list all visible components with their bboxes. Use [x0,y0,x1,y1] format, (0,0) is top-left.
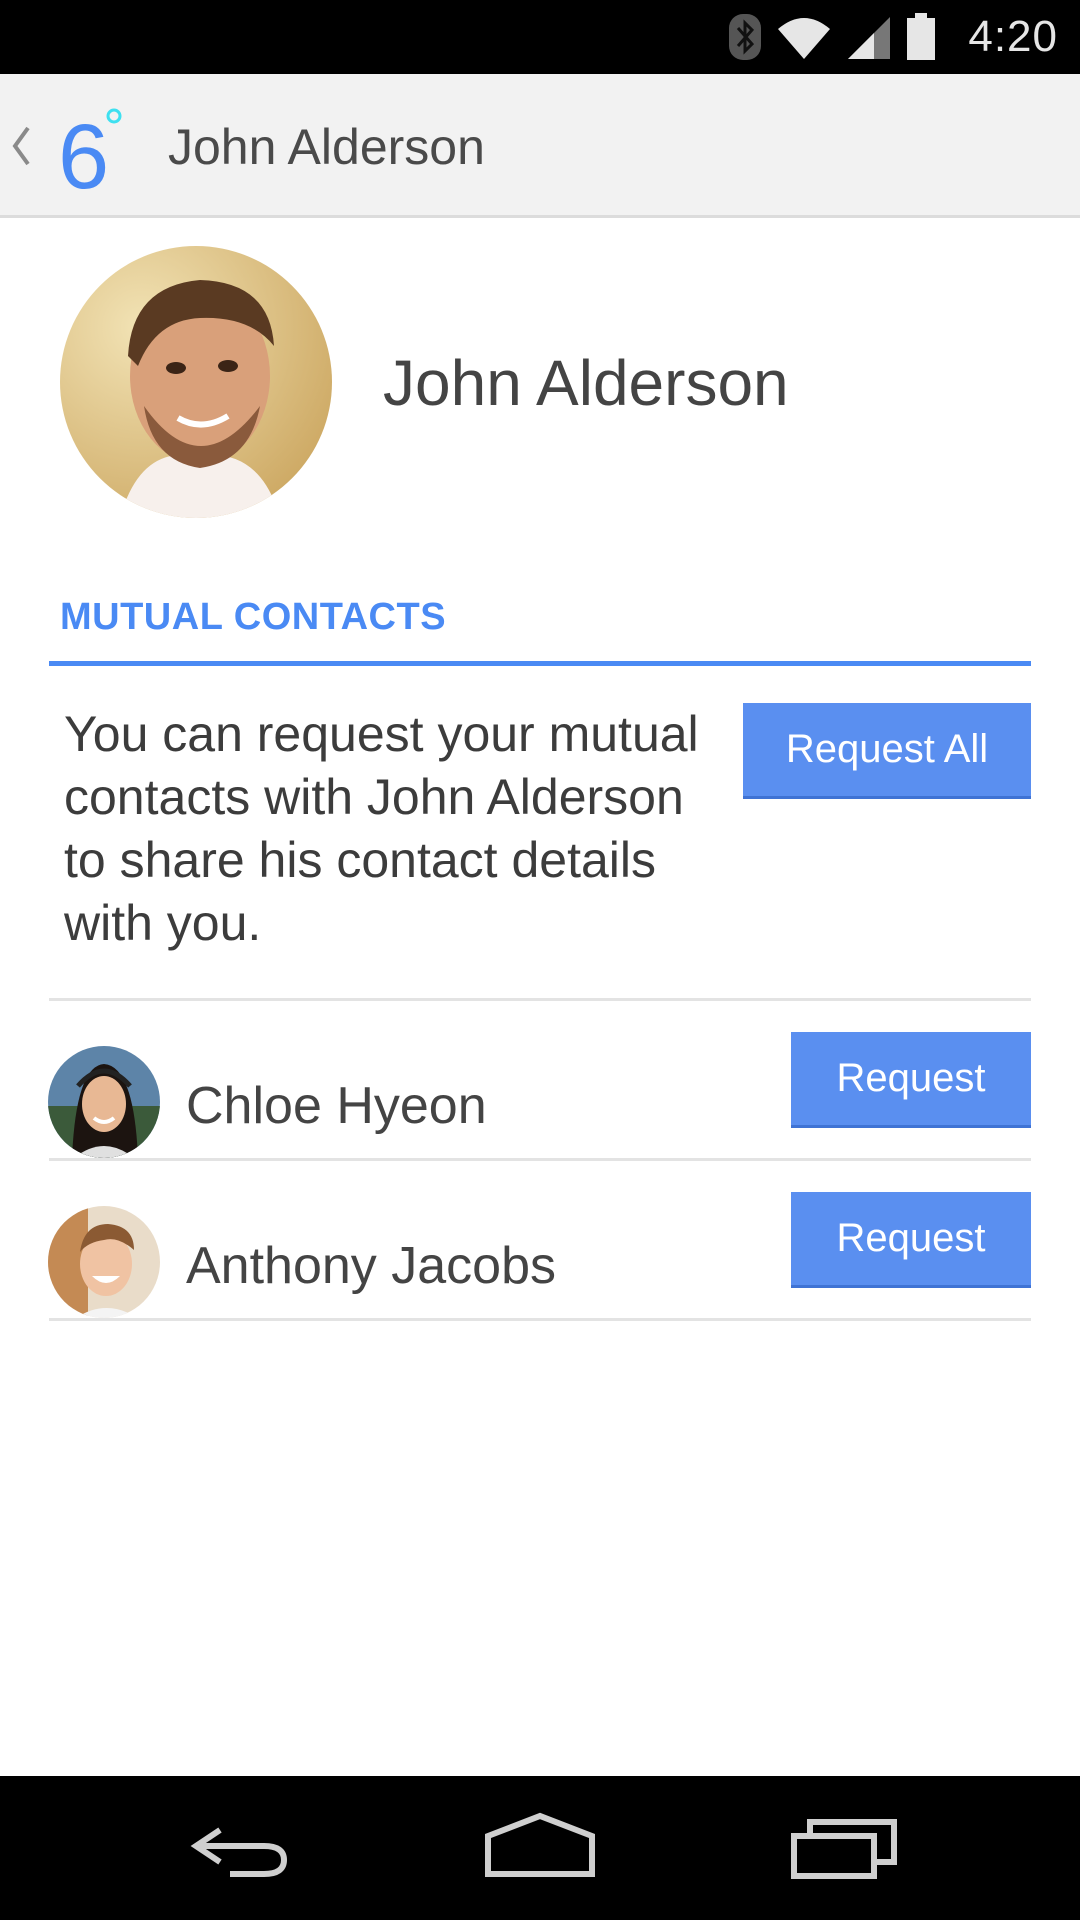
contact-avatar[interactable] [48,1206,160,1318]
status-time: 4:20 [968,12,1058,61]
contact-name: Chloe Hyeon [186,1077,487,1135]
status-bar: 4:20 [0,0,1080,74]
contact-name: Anthony Jacobs [186,1237,557,1295]
profile-name: John Alderson [383,347,789,419]
wifi-icon [776,15,832,59]
logo-digit: 6 [58,106,109,194]
navigation-bar [0,1776,1080,1920]
divider [49,1158,1031,1161]
recents-icon[interactable] [790,1812,898,1887]
cell-signal-icon [846,15,892,59]
app-logo[interactable]: 6 [58,104,128,208]
section-divider [49,661,1031,666]
home-icon[interactable] [484,1812,596,1887]
screen: 4:20 6 John Alderson John Alderson MUTUA… [0,0,1080,1920]
app-bar: 6 John Alderson [0,74,1080,218]
contact-avatar[interactable] [48,1046,160,1158]
battery-icon [906,13,936,61]
app-bar-title: John Alderson [168,119,485,175]
mutual-contacts-description: You can request your mutual contacts wit… [64,706,699,951]
request-button[interactable]: Request [791,1032,1031,1128]
divider [49,998,1031,1001]
section-header-mutual-contacts: MUTUAL CONTACTS [60,596,447,638]
divider [49,1318,1031,1321]
back-icon[interactable] [190,1812,290,1887]
back-chevron-icon[interactable] [10,124,32,173]
request-button[interactable]: Request [791,1192,1031,1288]
request-all-button[interactable]: Request All [743,703,1031,799]
profile-avatar [60,246,332,518]
bluetooth-icon [728,13,762,61]
